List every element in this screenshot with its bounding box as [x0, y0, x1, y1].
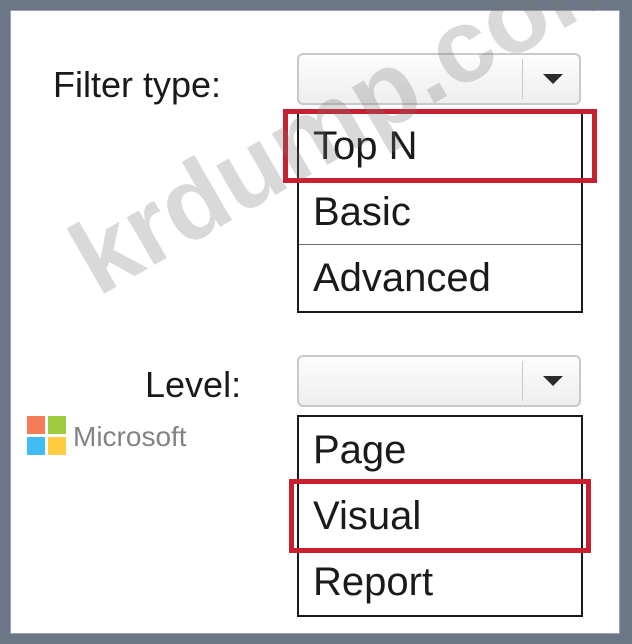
option-advanced[interactable]: Advanced: [299, 245, 581, 311]
answer-panel: Filter type: Top N Basic Advanced Level:…: [10, 0, 632, 634]
chevron-down-icon[interactable]: [543, 74, 563, 84]
level-label: Level:: [145, 364, 242, 405]
option-basic[interactable]: Basic: [299, 179, 581, 245]
option-report[interactable]: Report: [299, 549, 581, 615]
dropdown-divider: [522, 361, 523, 401]
filter-type-options: Top N Basic Advanced: [297, 111, 583, 313]
option-visual[interactable]: Visual: [299, 483, 581, 549]
filter-type-dropdown[interactable]: [297, 53, 581, 105]
option-top-n[interactable]: Top N: [299, 113, 581, 179]
chevron-down-icon[interactable]: [543, 376, 563, 386]
level-dropdown[interactable]: [297, 355, 581, 407]
dropdown-divider: [522, 59, 523, 99]
filter-type-label: Filter type:: [53, 64, 222, 105]
microsoft-logo-icon: [27, 416, 67, 456]
option-page[interactable]: Page: [299, 417, 581, 483]
level-options: Page Visual Report: [297, 415, 583, 617]
microsoft-watermark-text: Microsoft: [73, 421, 187, 452]
